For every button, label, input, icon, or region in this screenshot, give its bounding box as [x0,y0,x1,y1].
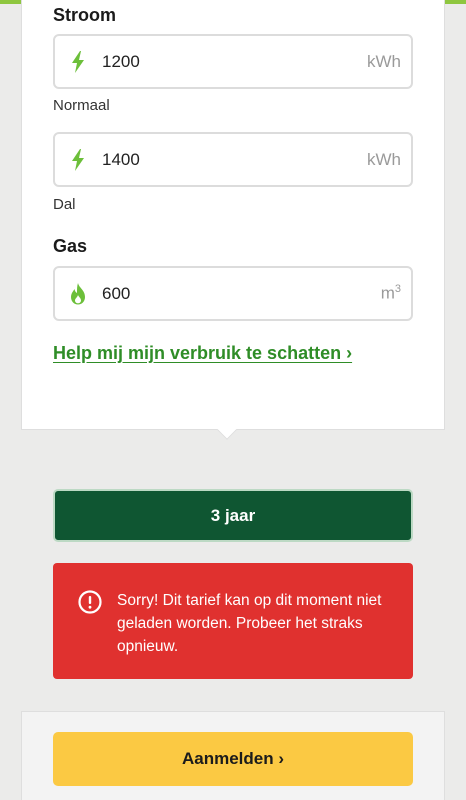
stroom-dal-unit: kWh [367,149,401,169]
gas-field[interactable]: 600 m3 [53,266,413,321]
stroom-normaal-unit: kWh [367,51,401,71]
dal-label: Dal [53,196,76,213]
stroom-normaal-field[interactable]: 1200 kWh [53,34,413,89]
gas-unit: m3 [380,283,401,303]
gas-value[interactable]: 600 [102,284,381,304]
stroom-dal-value[interactable]: 1400 [102,150,367,170]
estimate-usage-link[interactable]: Help mij mijn verbruik te schatten › [53,343,352,364]
stroom-dal-field[interactable]: 1400 kWh [53,132,413,187]
flame-icon [68,282,88,306]
alert-circle-icon [78,590,102,614]
term-3-years-button[interactable]: 3 jaar [53,489,413,542]
lightning-icon [68,50,88,74]
gas-heading: Gas [53,236,88,256]
stroom-normaal-value[interactable]: 1200 [102,52,367,72]
error-message: Sorry! Dit tarief kan op dit moment niet… [117,592,382,655]
normaal-label: Normaal [53,97,110,114]
lightning-icon [68,148,88,172]
stroom-heading: Stroom [53,5,116,25]
signup-button[interactable]: Aanmelden › [53,732,413,786]
error-alert: Sorry! Dit tarief kan op dit moment niet… [53,563,413,679]
